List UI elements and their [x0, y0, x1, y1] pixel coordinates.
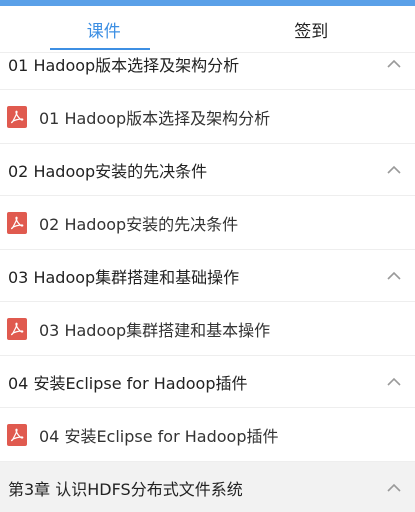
lesson-row-01[interactable]: 01 Hadoop版本选择及架构分析 — [0, 90, 415, 144]
lesson-row-03[interactable]: 03 Hadoop集群搭建和基本操作 — [0, 302, 415, 356]
pdf-icon — [7, 423, 27, 446]
chapter-row-03[interactable]: 第3章 认识HDFS分布式文件系统 — [0, 462, 415, 512]
section-row-01[interactable]: 01 Hadoop版本选择及架构分析 — [0, 38, 415, 90]
pdf-icon — [7, 105, 27, 128]
section-row-03[interactable]: 03 Hadoop集群搭建和基础操作 — [0, 250, 415, 302]
lesson-title: 01 Hadoop版本选择及架构分析 — [39, 108, 271, 128]
chevron-up-icon[interactable] — [387, 165, 401, 175]
section-row-02[interactable]: 02 Hadoop安装的先决条件 — [0, 144, 415, 196]
course-app: 课件 签到 01 Hadoop版本选择及架构分析 01 Hadoop版本选择及架… — [0, 0, 415, 512]
lesson-title: 02 Hadoop安装的先决条件 — [39, 214, 239, 234]
section-row-04[interactable]: 04 安装Eclipse for Hadoop插件 — [0, 356, 415, 408]
pdf-icon — [7, 317, 27, 340]
pdf-icon — [7, 211, 27, 234]
section-title: 02 Hadoop安装的先决条件 — [8, 161, 208, 181]
section-title: 01 Hadoop版本选择及架构分析 — [8, 55, 240, 75]
lesson-title: 04 安装Eclipse for Hadoop插件 — [39, 426, 279, 446]
chevron-up-icon[interactable] — [387, 59, 401, 69]
lesson-row-02[interactable]: 02 Hadoop安装的先决条件 — [0, 196, 415, 250]
lesson-title: 03 Hadoop集群搭建和基本操作 — [39, 320, 271, 340]
chapter-title: 第3章 认识HDFS分布式文件系统 — [8, 480, 243, 499]
chevron-up-icon[interactable] — [387, 483, 401, 493]
chevron-up-icon[interactable] — [387, 377, 401, 387]
section-title: 03 Hadoop集群搭建和基础操作 — [8, 267, 240, 287]
section-title: 04 安装Eclipse for Hadoop插件 — [8, 373, 248, 393]
courseware-list: 01 Hadoop版本选择及架构分析 01 Hadoop版本选择及架构分析 02… — [0, 38, 415, 512]
chevron-up-icon[interactable] — [387, 271, 401, 281]
lesson-row-04[interactable]: 04 安装Eclipse for Hadoop插件 — [0, 408, 415, 462]
